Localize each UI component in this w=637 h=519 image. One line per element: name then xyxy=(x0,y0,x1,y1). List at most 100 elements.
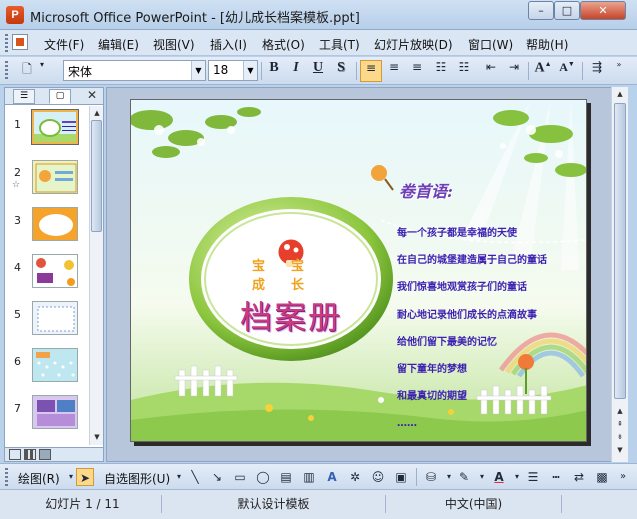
font-color-icon[interactable]: A xyxy=(490,468,508,486)
menu-help[interactable]: 帮助(H) xyxy=(526,36,568,53)
menu-tools[interactable]: 工具(T) xyxy=(319,36,360,53)
scroll-down-icon[interactable]: ▼ xyxy=(614,444,626,456)
diagram-icon[interactable]: ✲ xyxy=(346,468,364,486)
picture-icon[interactable]: ▣ xyxy=(392,468,410,486)
slide-line: 耐心地记录他们成长的点滴故事 xyxy=(397,309,537,321)
slides-tab-icon[interactable]: ▢ xyxy=(49,89,71,104)
slide-number: 2 xyxy=(14,166,21,179)
slide-edit-area: 宝宝 成长 档案册 卷首语: 每一个孩子都是幸福的天使 在自己的城堡建造属于自己… xyxy=(106,87,622,462)
menu-insert[interactable]: 插入(I) xyxy=(210,36,247,53)
slide-main-title: 档案册 xyxy=(239,298,342,336)
line-tool-icon[interactable]: ╲ xyxy=(186,468,204,486)
slide-thumbnail-2[interactable] xyxy=(32,160,78,194)
font-size-select[interactable]: 18 ▼ xyxy=(208,60,258,81)
toolbar-options-icon[interactable]: » xyxy=(614,468,632,486)
slide-thumbnail-image xyxy=(33,208,77,240)
underline-button[interactable]: U xyxy=(307,60,329,82)
grip-icon[interactable] xyxy=(5,34,8,52)
slide-line: 在自己的城堡建造属于自己的童话 xyxy=(397,255,547,267)
select-pointer-icon[interactable]: ➤ xyxy=(76,468,94,486)
grip-icon[interactable] xyxy=(5,468,8,486)
slide-thumbnail-3[interactable] xyxy=(32,207,78,241)
maximize-button[interactable]: □ xyxy=(554,1,580,20)
grip-icon[interactable] xyxy=(5,61,8,79)
separator xyxy=(528,62,529,80)
scroll-up-icon[interactable]: ▲ xyxy=(614,88,626,100)
chevron-down-icon[interactable]: ▾ xyxy=(36,60,48,82)
increase-font-icon[interactable]: A▲ xyxy=(532,60,554,82)
align-center-icon[interactable]: ≡ xyxy=(383,60,405,82)
slide-thumbnail-image xyxy=(34,112,76,142)
slide-number: 4 xyxy=(14,261,21,274)
line-color-icon[interactable]: ✎ xyxy=(455,468,473,486)
textbox-tool-icon[interactable]: ▤ xyxy=(277,468,295,486)
badge-text: 宝宝 成长 xyxy=(251,259,330,293)
font-name-select[interactable]: 宋体 ▼ xyxy=(63,60,206,81)
minimize-button[interactable]: – xyxy=(528,1,554,20)
powerpoint-app-icon[interactable]: P xyxy=(6,6,24,24)
arrow-style-icon[interactable]: ⇄ xyxy=(570,468,588,486)
decrease-indent-icon[interactable]: ⇤ xyxy=(480,60,502,82)
menu-file[interactable]: 文件(F) xyxy=(44,36,84,53)
close-button[interactable]: ✕ xyxy=(580,1,626,20)
clipart-icon[interactable]: ☺ xyxy=(369,468,387,486)
normal-view-icon[interactable] xyxy=(9,449,21,460)
fill-color-icon[interactable]: ⛁ xyxy=(422,468,440,486)
draw-menu-button[interactable]: 绘图(R) xyxy=(18,470,60,487)
arrow-tool-icon[interactable]: ↘ xyxy=(208,468,226,486)
italic-button[interactable]: I xyxy=(285,60,307,82)
chevron-down-icon[interactable]: ▼ xyxy=(243,61,257,80)
editor-scrollbar[interactable]: ▲ ▲ ⇞ ⇟ ▼ xyxy=(611,87,628,462)
current-slide[interactable]: 宝宝 成长 档案册 卷首语: 每一个孩子都是幸福的天使 在自己的城堡建造属于自己… xyxy=(130,99,587,442)
close-icon[interactable]: ✕ xyxy=(87,88,97,102)
scroll-down-icon[interactable]: ▲ xyxy=(614,405,626,417)
scroll-up-icon[interactable]: ▲ xyxy=(91,107,103,119)
menu-edit[interactable]: 编辑(E) xyxy=(98,36,139,53)
slide-thumbnail-7[interactable] xyxy=(32,395,78,429)
autoshapes-menu-button[interactable]: 自选图形(U) xyxy=(104,470,170,487)
slide-thumbnail-1[interactable] xyxy=(31,109,79,145)
slides-scrollbar[interactable]: ▲ ▼ xyxy=(89,106,103,445)
next-slide-icon[interactable]: ⇟ xyxy=(614,431,626,443)
new-document-icon[interactable]: 🗋 xyxy=(16,60,38,82)
slide-thumbnail-6[interactable] xyxy=(32,348,78,382)
chevron-down-icon[interactable]: ▼ xyxy=(191,61,205,80)
scrollbar-thumb[interactable] xyxy=(614,103,626,399)
menu-format[interactable]: 格式(O) xyxy=(262,36,305,53)
slide-thumbnail-5[interactable] xyxy=(32,301,78,335)
oval-tool-icon[interactable]: ◯ xyxy=(254,468,272,486)
title-bar: P Microsoft Office PowerPoint - [幼儿成长档案模… xyxy=(0,0,637,30)
rectangle-tool-icon[interactable]: ▭ xyxy=(231,468,249,486)
vertical-textbox-icon[interactable]: ▥ xyxy=(300,468,318,486)
align-left-icon[interactable]: ≡ xyxy=(360,60,382,82)
line-style-icon[interactable]: ☰ xyxy=(524,468,542,486)
bold-button[interactable]: B xyxy=(263,60,285,82)
chevron-down-icon[interactable]: ▾ xyxy=(473,468,491,486)
slide-thumbnail-4[interactable] xyxy=(32,254,78,288)
slide-body-text: 每一个孩子都是幸福的天使 在自己的城堡建造属于自己的童话 我们惊喜地观赏孩子们的… xyxy=(397,220,547,438)
slide-line: 给他们留下最美的记忆 xyxy=(397,336,497,348)
decrease-font-icon[interactable]: A▼ xyxy=(556,60,578,82)
wordart-icon[interactable]: A xyxy=(323,468,341,486)
slideshow-view-icon[interactable] xyxy=(39,449,51,460)
sorter-view-icon[interactable] xyxy=(24,449,36,460)
numbered-list-icon[interactable]: ☷ xyxy=(430,60,452,82)
shadow-style-icon[interactable]: ▩ xyxy=(593,468,611,486)
menu-slideshow[interactable]: 幻灯片放映(D) xyxy=(374,36,453,53)
view-buttons-bar xyxy=(4,447,104,462)
menu-window[interactable]: 窗口(W) xyxy=(468,36,513,53)
bulleted-list-icon[interactable]: ☷ xyxy=(453,60,475,82)
font-size-value: 18 xyxy=(213,63,229,77)
increase-indent-icon[interactable]: ⇥ xyxy=(503,60,525,82)
dash-style-icon[interactable]: ┅ xyxy=(547,468,565,486)
design-icon[interactable]: ⇶ xyxy=(586,60,608,82)
align-right-icon[interactable]: ≡ xyxy=(406,60,428,82)
previous-slide-icon[interactable]: ⇞ xyxy=(614,418,626,430)
scroll-down-icon[interactable]: ▼ xyxy=(91,431,103,443)
document-menu-icon[interactable] xyxy=(12,34,28,50)
outline-tab-icon[interactable]: ☰ xyxy=(13,89,35,104)
menu-view[interactable]: 视图(V) xyxy=(153,36,195,53)
shadow-button[interactable]: S xyxy=(330,60,352,82)
toolbar-options-icon[interactable]: » xyxy=(612,60,626,82)
scrollbar-thumb[interactable] xyxy=(91,120,102,232)
